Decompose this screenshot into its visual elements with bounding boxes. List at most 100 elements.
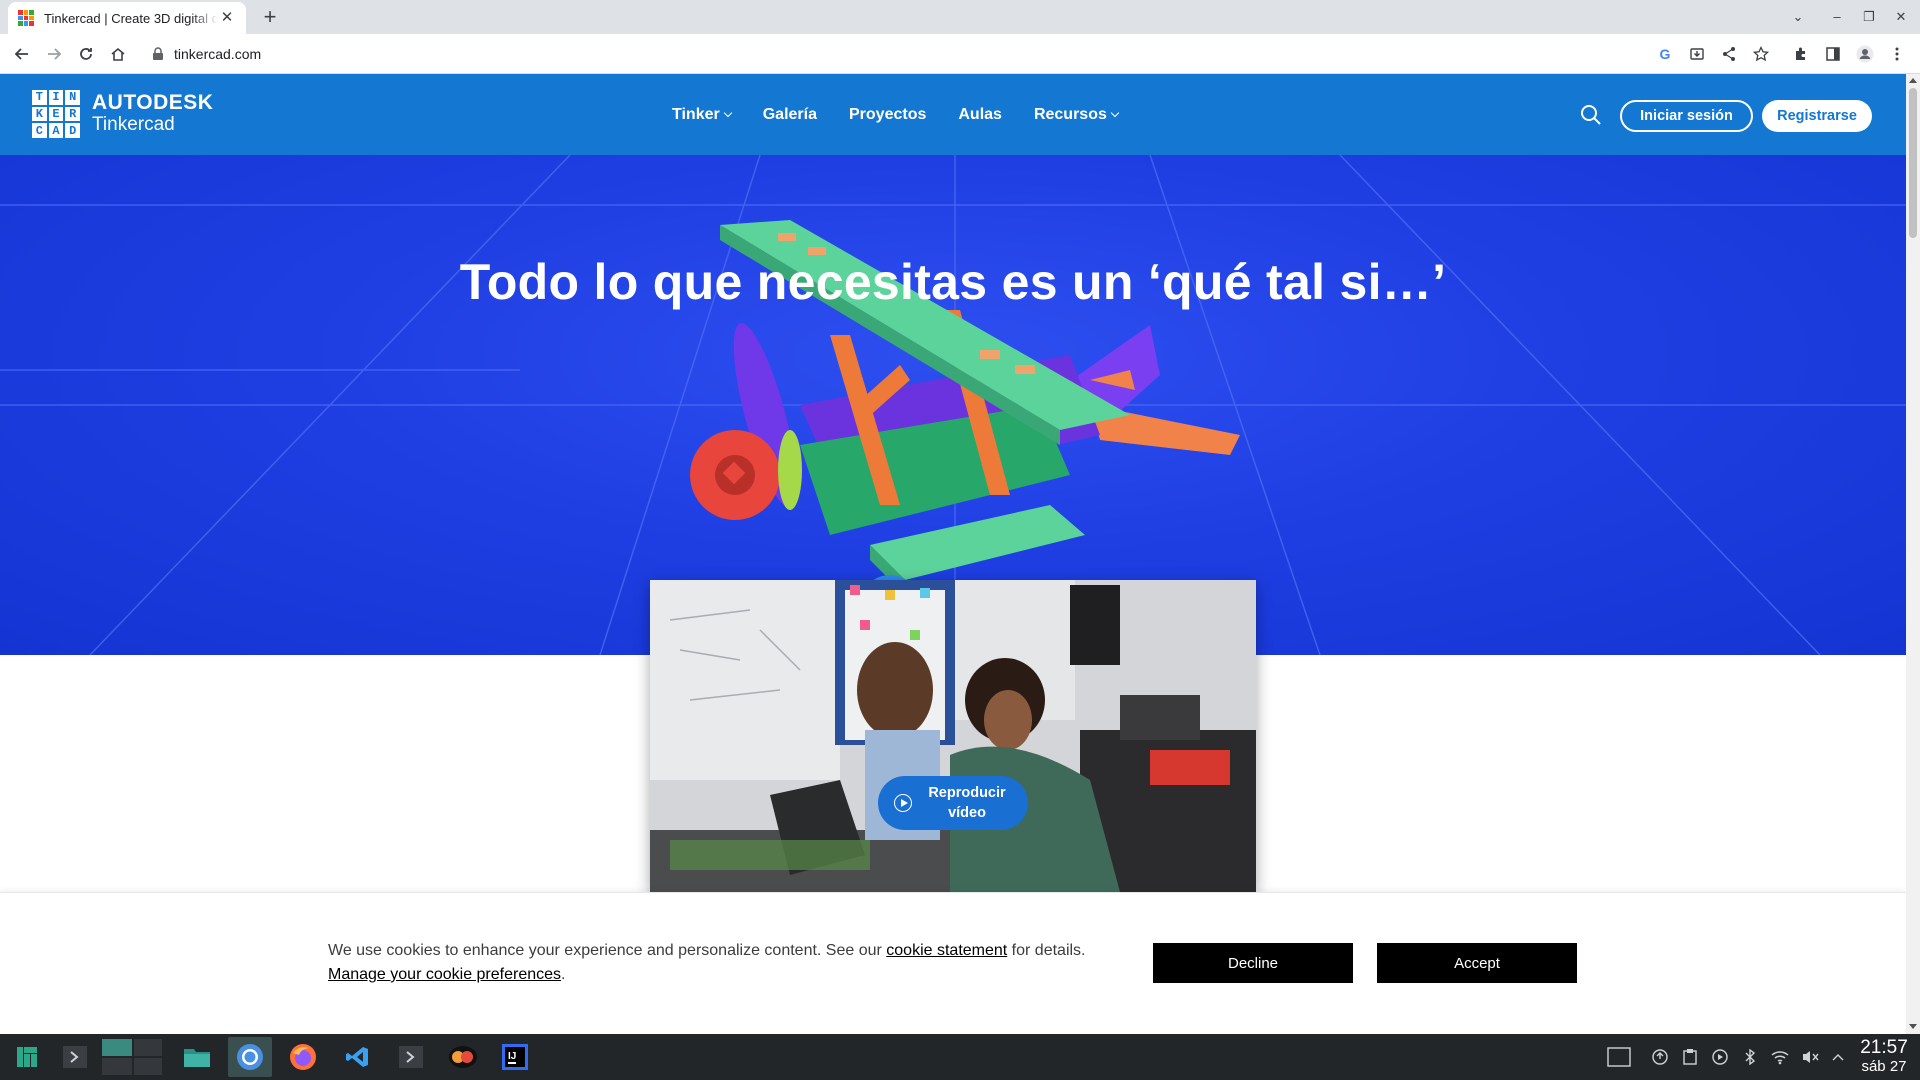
minimize-button[interactable]: – — [1826, 6, 1848, 28]
cookie-message: We use cookies to enhance your experienc… — [328, 939, 1138, 987]
terminal-icon[interactable] — [58, 1041, 92, 1073]
clock-date: sáb 27 — [1861, 1058, 1907, 1075]
chevron-down-icon — [723, 108, 732, 118]
reload-button[interactable] — [72, 40, 100, 68]
svg-text:IJ: IJ — [508, 1051, 516, 1062]
page-scrollbar[interactable] — [1906, 74, 1920, 1034]
chevron-down-icon — [1110, 108, 1120, 118]
scroll-thumb[interactable] — [1909, 88, 1917, 238]
terminal-2-icon[interactable] — [394, 1041, 428, 1073]
browser-menu-icon[interactable] — [1886, 43, 1908, 65]
updates-icon[interactable] — [1650, 1047, 1670, 1067]
hero-title: Todo lo que necesitas es un ‘qué tal si…… — [459, 254, 1447, 310]
logo-letter: N — [65, 90, 80, 105]
browser-tab[interactable]: Tinkercad | Create 3D digital designs wi… — [8, 2, 246, 34]
logo-letter: E — [48, 106, 64, 122]
play-video-label: Reproducir vídeo — [928, 785, 1006, 821]
extensions-icon[interactable] — [1790, 43, 1812, 65]
home-icon — [111, 47, 125, 61]
play-video-button[interactable]: Reproducir vídeo — [878, 776, 1028, 830]
logo-letter: C — [32, 123, 47, 138]
nav-item-2[interactable]: Proyectos — [849, 106, 926, 124]
restore-button[interactable]: ❐ — [1858, 6, 1880, 28]
nav-item-label: Galería — [762, 106, 817, 123]
decline-cookies-button[interactable]: Decline — [1153, 943, 1353, 983]
nav-item-4[interactable]: Recursos — [1033, 106, 1120, 124]
wifi-icon[interactable] — [1770, 1047, 1790, 1067]
play-icon — [894, 794, 912, 812]
tinkercad-favicon-icon — [18, 10, 34, 26]
lock-icon — [153, 47, 163, 60]
vscode-icon[interactable] — [340, 1041, 374, 1073]
media-player-icon[interactable] — [1710, 1047, 1730, 1067]
new-tab-button[interactable]: + — [258, 6, 282, 30]
clipboard-icon[interactable] — [1680, 1047, 1700, 1067]
browser-tab-strip: Tinkercad | Create 3D digital designs wi… — [0, 0, 1920, 34]
tinkercad-logo[interactable]: TIN KER CAD AUTODESK Tinkercad — [32, 90, 213, 138]
cookie-text-after: for details. — [1007, 942, 1086, 959]
logo-letter: I — [48, 90, 64, 105]
login-button[interactable]: Iniciar sesión — [1620, 100, 1753, 132]
side-panel-icon[interactable] — [1822, 43, 1844, 65]
register-button[interactable]: Registrarse — [1762, 100, 1872, 132]
intellij-icon[interactable]: IJ — [498, 1041, 532, 1073]
show-desktop-icon[interactable] — [1606, 1047, 1632, 1067]
video-thumbnail — [650, 580, 1256, 892]
intro-video[interactable]: Reproducir vídeo — [650, 580, 1256, 892]
logo-brand: AUTODESK — [92, 91, 214, 114]
google-icon[interactable]: G — [1654, 43, 1676, 65]
home-button[interactable] — [104, 40, 132, 68]
cookie-text-before: We use cookies to enhance your experienc… — [328, 942, 887, 959]
accept-cookies-button[interactable]: Accept — [1377, 943, 1577, 983]
logo-letter: K — [32, 106, 47, 122]
chrome-taskbar-icon[interactable] — [228, 1037, 272, 1077]
address-bar[interactable]: tinkercad.com — [142, 39, 1406, 69]
browser-toolbar: tinkercad.com G — [0, 34, 1920, 74]
back-arrow-icon — [14, 48, 28, 60]
main-nav: Tinker Galería Proyectos Aulas Recursos — [672, 106, 1150, 124]
tab-search-icon[interactable]: ⌄ — [1787, 6, 1809, 28]
clock-time: 21:57 — [1860, 1037, 1908, 1058]
forward-arrow-icon — [48, 48, 62, 60]
nav-item-label: Proyectos — [849, 106, 927, 123]
close-window-button[interactable]: ✕ — [1890, 6, 1912, 28]
search-icon[interactable] — [1580, 104, 1602, 126]
scroll-up-arrow-icon[interactable] — [1909, 78, 1917, 83]
scroll-down-arrow-icon[interactable] — [1909, 1024, 1917, 1029]
share-icon[interactable] — [1718, 43, 1740, 65]
bookmark-star-icon[interactable] — [1750, 43, 1772, 65]
logo-letter: T — [32, 90, 47, 105]
nav-item-3[interactable]: Aulas — [958, 106, 1002, 124]
app-launcher-icon[interactable] — [10, 1041, 44, 1073]
system-clock[interactable]: 21:57 sáb 27 — [1852, 1038, 1916, 1076]
tab-title: Tinkercad | Create 3D digital designs wi… — [44, 10, 218, 26]
cookie-period: . — [561, 966, 566, 983]
cookie-statement-link[interactable]: cookie statement — [886, 942, 1007, 959]
reload-icon — [80, 48, 92, 60]
logo-letter: R — [65, 106, 80, 122]
logo-letter: D — [65, 123, 80, 138]
file-manager-icon[interactable] — [180, 1041, 214, 1073]
cookie-banner: We use cookies to enhance your experienc… — [0, 892, 1906, 1034]
app-icon[interactable] — [446, 1041, 480, 1073]
nav-item-1[interactable]: Galería — [763, 106, 817, 124]
tray-expand-icon[interactable] — [1828, 1047, 1848, 1067]
tinkercad-logo-grid: TIN KER CAD — [32, 90, 80, 138]
os-taskbar: IJ 21:57 sáb 27 — [0, 1034, 1920, 1080]
forward-button[interactable] — [40, 40, 68, 68]
volume-muted-icon[interactable] — [1800, 1047, 1820, 1067]
back-button[interactable] — [8, 40, 36, 68]
profile-avatar-icon[interactable] — [1854, 43, 1876, 65]
bluetooth-icon[interactable] — [1740, 1047, 1760, 1067]
nav-item-label: Tinker — [672, 106, 720, 123]
nav-item-0[interactable]: Tinker — [672, 106, 732, 124]
firefox-icon[interactable] — [286, 1041, 320, 1073]
close-tab-icon[interactable]: ✕ — [218, 9, 236, 27]
virtual-desktop-pager[interactable] — [100, 1039, 164, 1075]
nav-item-label: Recursos — [1033, 106, 1107, 123]
manage-cookie-preferences-link[interactable]: Manage your cookie preferences — [328, 966, 561, 983]
site-header: TIN KER CAD AUTODESK Tinkercad Tinker Galer… — [0, 74, 1906, 155]
nav-item-label: Aulas — [958, 106, 1002, 123]
url-text: tinkercad.com — [174, 46, 262, 62]
install-app-icon[interactable] — [1686, 43, 1708, 65]
